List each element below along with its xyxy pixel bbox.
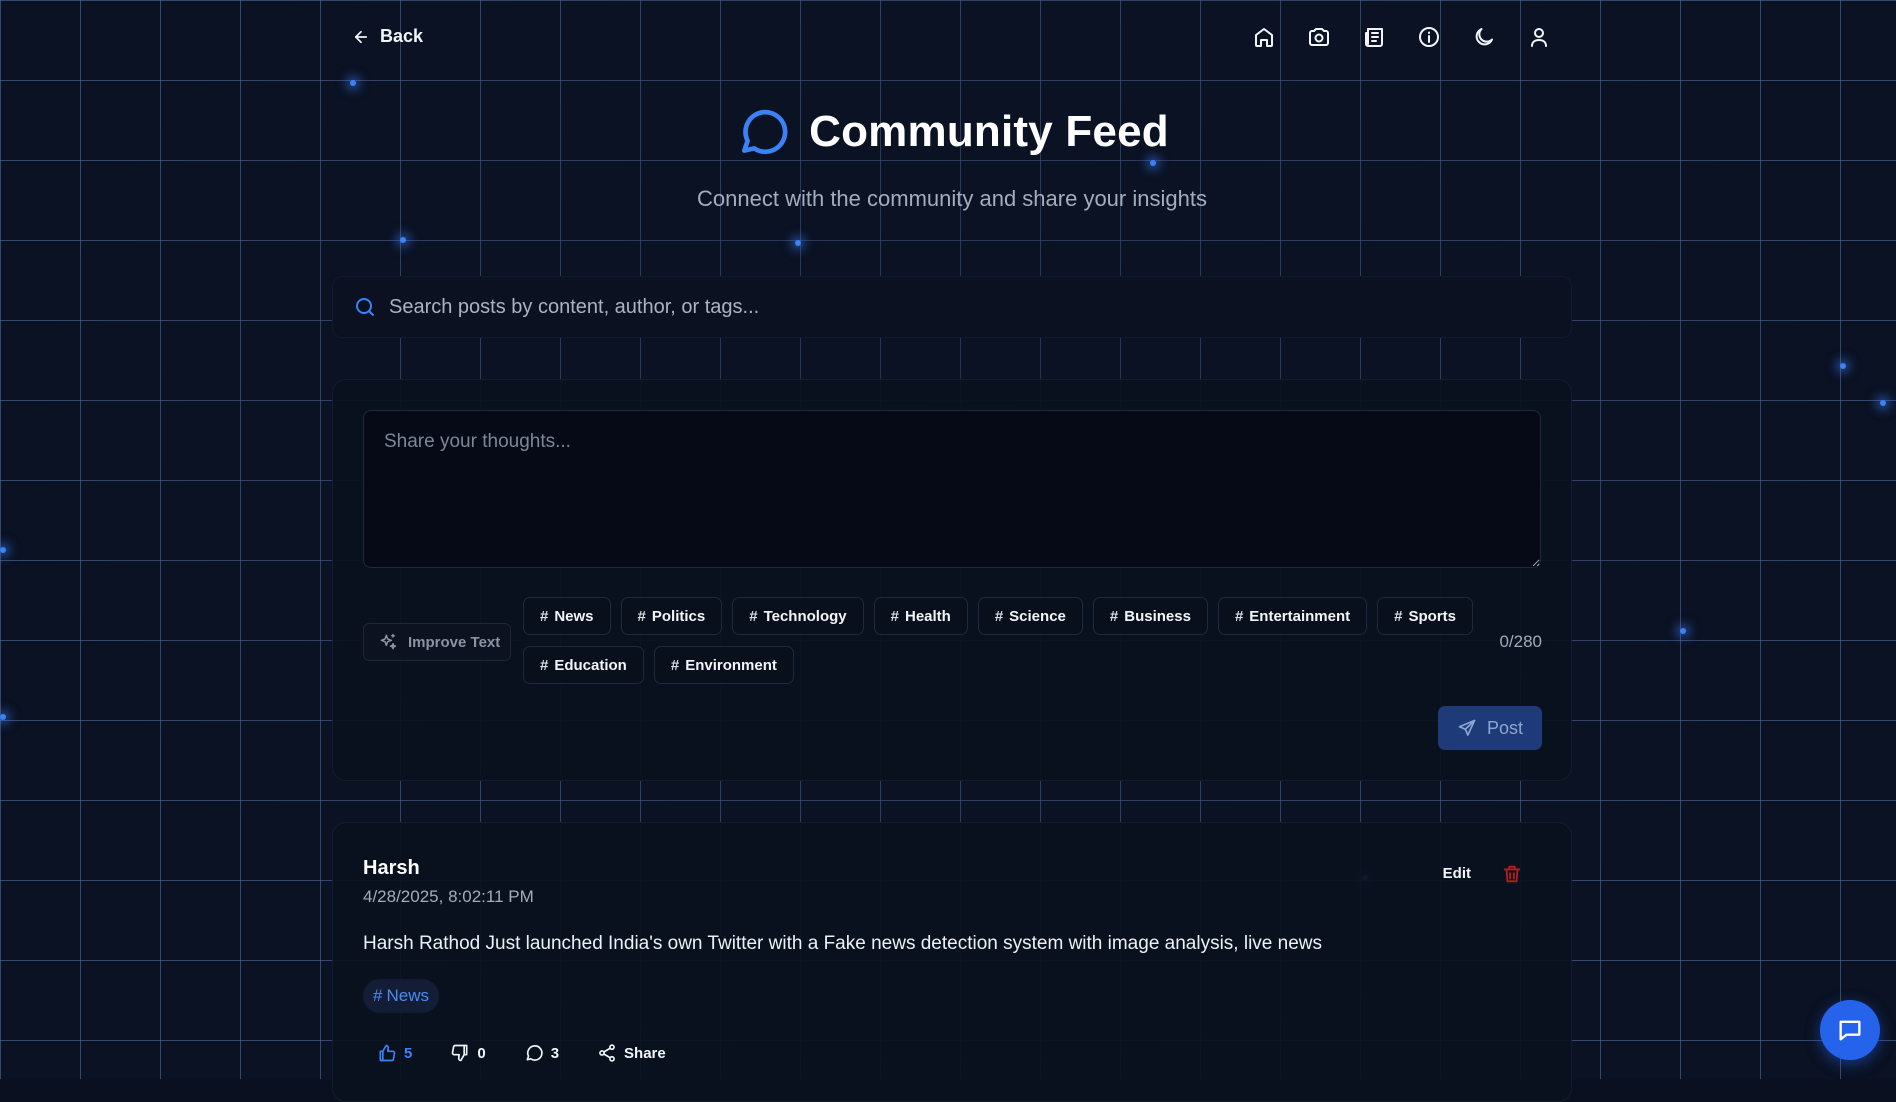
comment-button[interactable]: 3 (524, 1043, 559, 1063)
search-bar (332, 276, 1572, 338)
tag-option-health[interactable]: # Health (874, 597, 968, 635)
post-tag-label: News (386, 986, 429, 1006)
post-actions: 5 0 3 Share (377, 1043, 666, 1063)
arrow-left-icon (352, 28, 370, 46)
camera-icon (1307, 25, 1331, 49)
tag-label: Health (905, 608, 951, 625)
top-nav (1251, 24, 1552, 50)
tag-label: Sports (1408, 608, 1456, 625)
post-timestamp: 4/28/2025, 8:02:11 PM (363, 887, 534, 907)
hash-icon: # (671, 657, 679, 674)
improve-text-label: Improve Text (408, 634, 500, 651)
profile-button[interactable] (1526, 24, 1552, 50)
back-button[interactable]: Back (352, 26, 423, 47)
camera-button[interactable] (1306, 24, 1332, 50)
info-button[interactable] (1416, 24, 1442, 50)
page-subtitle: Connect with the community and share you… (332, 186, 1572, 212)
glow-dot (1680, 628, 1686, 634)
tag-option-sports[interactable]: # Sports (1377, 597, 1473, 635)
hash-icon: # (1110, 608, 1118, 625)
back-label: Back (380, 26, 423, 47)
hash-icon: # (540, 657, 548, 674)
trash-icon[interactable] (1501, 863, 1523, 885)
thumbs-up-icon (377, 1043, 397, 1063)
dislike-count: 0 (477, 1045, 485, 1062)
send-icon (1457, 718, 1477, 738)
tag-selector: # News # Politics # Technology # Health # Sci… (523, 597, 1503, 684)
sparkles-icon (378, 632, 398, 652)
tag-option-news[interactable]: # News (523, 597, 611, 635)
newspaper-icon (1362, 25, 1386, 49)
glow-dot (0, 547, 6, 553)
glow-dot (1880, 400, 1886, 406)
tag-label: Environment (685, 657, 777, 674)
tag-label: Technology (764, 608, 847, 625)
dislike-button[interactable]: 0 (450, 1043, 485, 1063)
page-container: Back Community Feed Connect with the com… (332, 0, 1572, 1079)
theme-toggle-button[interactable] (1471, 24, 1497, 50)
share-button[interactable]: Share (597, 1043, 666, 1063)
tag-option-business[interactable]: # Business (1093, 597, 1208, 635)
comment-count: 3 (551, 1045, 559, 1062)
page-title: Community Feed (809, 107, 1169, 157)
hash-icon: # (638, 608, 646, 625)
tag-option-environment[interactable]: # Environment (654, 646, 794, 684)
tag-label: Education (554, 657, 627, 674)
hash-icon: # (749, 608, 757, 625)
thoughts-textarea[interactable] (363, 410, 1541, 568)
tag-label: News (554, 608, 593, 625)
user-icon (1527, 25, 1551, 49)
home-icon (1252, 25, 1276, 49)
chat-button[interactable] (1820, 1000, 1880, 1060)
character-counter: 0/280 (1499, 632, 1542, 652)
comment-icon (524, 1043, 544, 1063)
post-card: Harsh 4/28/2025, 8:02:11 PM Edit Harsh R… (332, 822, 1572, 1102)
moon-icon (1472, 25, 1496, 49)
tag-option-technology[interactable]: # Technology (732, 597, 863, 635)
news-button[interactable] (1361, 24, 1387, 50)
tag-label: Science (1009, 608, 1066, 625)
chat-icon (1836, 1016, 1864, 1044)
tag-option-politics[interactable]: # Politics (621, 597, 723, 635)
tag-option-entertainment[interactable]: # Entertainment (1218, 597, 1367, 635)
tag-option-science[interactable]: # Science (978, 597, 1083, 635)
glow-dot (1840, 363, 1846, 369)
search-input[interactable] (387, 295, 1541, 320)
hash-icon: # (1394, 608, 1402, 625)
home-button[interactable] (1251, 24, 1277, 50)
post-author: Harsh (363, 857, 420, 880)
tag-label: Business (1124, 608, 1191, 625)
hash-icon: # (1235, 608, 1243, 625)
post-tag[interactable]: # News (363, 979, 439, 1013)
post-composer: Improve Text # News # Politics # Technology… (332, 379, 1572, 781)
hash-icon: # (891, 608, 899, 625)
glow-dot (0, 714, 6, 720)
improve-text-button[interactable]: Improve Text (363, 623, 511, 661)
page-header: Community Feed (332, 104, 1572, 160)
post-button[interactable]: Post (1438, 706, 1542, 750)
share-icon (597, 1043, 617, 1063)
hash-icon: # (540, 608, 548, 625)
hash-icon: # (373, 986, 382, 1006)
edit-button[interactable]: Edit (1443, 865, 1471, 882)
like-button[interactable]: 5 (377, 1043, 412, 1063)
post-label: Post (1487, 718, 1523, 739)
like-count: 5 (404, 1045, 412, 1062)
thumbs-down-icon (450, 1043, 470, 1063)
message-circle-icon (735, 104, 791, 160)
hash-icon: # (995, 608, 1003, 625)
post-content: Harsh Rathod Just launched India's own T… (363, 933, 1322, 955)
tag-label: Politics (652, 608, 705, 625)
tag-option-education[interactable]: # Education (523, 646, 644, 684)
share-label: Share (624, 1045, 666, 1062)
search-icon (353, 295, 377, 319)
tag-label: Entertainment (1249, 608, 1350, 625)
info-icon (1417, 25, 1441, 49)
